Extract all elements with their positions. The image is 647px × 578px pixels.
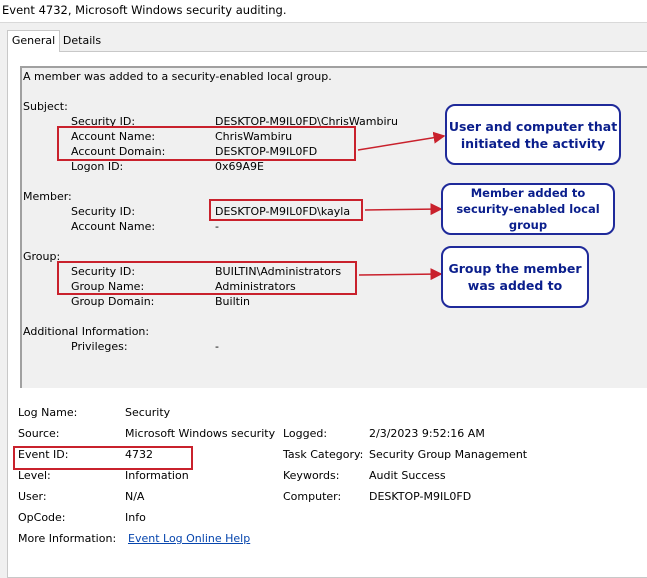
arrow-group [358,268,443,281]
tab-general[interactable]: General [7,30,60,52]
callout-subject: User and computer that initiated the act… [445,104,621,165]
callout-group-text: Group the member was added to [448,261,582,293]
callout-member: Member added to security-enabled local g… [441,183,615,235]
callout-subject-text: User and computer that initiated the act… [448,118,618,151]
arrow-member [364,203,443,216]
callout-member-text: Member added to security-enabled local g… [456,186,600,232]
callout-group: Group the member was added to [441,246,589,308]
arrow-subject [357,131,446,151]
